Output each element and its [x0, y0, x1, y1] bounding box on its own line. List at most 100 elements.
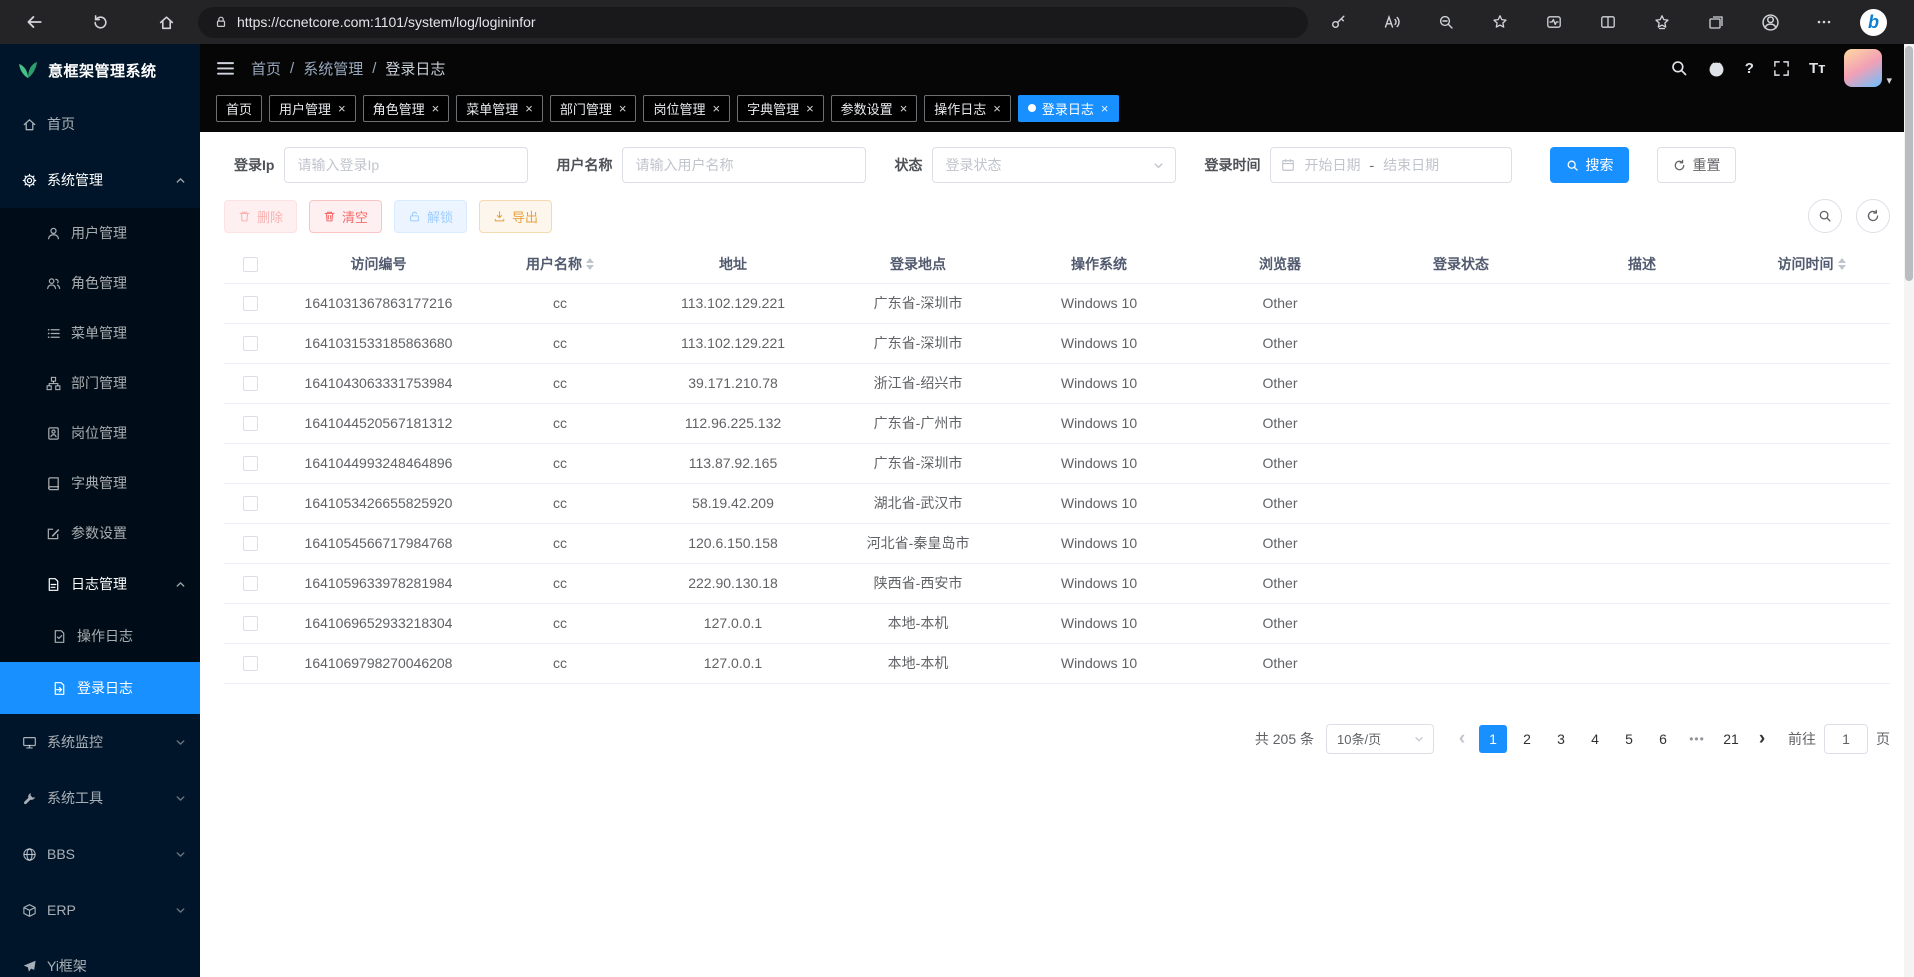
sidebar-item-bbs[interactable]: BBS [0, 826, 200, 882]
sidebar-item-dept-mgmt[interactable]: 部门管理 [0, 358, 200, 408]
row-checkbox[interactable] [243, 296, 258, 311]
sort-icon[interactable] [1838, 258, 1846, 270]
tab-dept-mgmt[interactable]: 部门管理× [550, 95, 637, 122]
sidebar-toggle-button[interactable] [216, 59, 235, 78]
tab-post-mgmt[interactable]: 岗位管理× [643, 95, 730, 122]
row-checkbox[interactable] [243, 456, 258, 471]
goto-page-input[interactable] [1824, 724, 1868, 754]
github-icon[interactable] [1707, 59, 1726, 78]
search-button[interactable]: 搜索 [1550, 147, 1629, 183]
export-button[interactable]: 导出 [479, 200, 552, 233]
row-checkbox[interactable] [243, 536, 258, 551]
sort-icon[interactable] [586, 258, 594, 270]
clear-button[interactable]: 清空 [309, 200, 382, 233]
more-pages-button[interactable]: ••• [1683, 725, 1711, 753]
sidebar-item-dict-mgmt[interactable]: 字典管理 [0, 458, 200, 508]
browser-refresh-button[interactable] [82, 5, 118, 39]
row-checkbox[interactable] [243, 656, 258, 671]
sidebar-item-system-mgmt[interactable]: 系统管理 [0, 152, 200, 208]
tab-home[interactable]: 首页 [216, 95, 262, 122]
sidebar-item-erp[interactable]: ERP [0, 882, 200, 938]
row-checkbox[interactable] [243, 336, 258, 351]
sidebar-item-log-mgmt[interactable]: 日志管理 [0, 558, 200, 610]
header-search-icon[interactable] [1670, 59, 1688, 77]
prev-page-button[interactable]: ‹ [1448, 725, 1476, 753]
close-icon[interactable]: × [900, 101, 908, 116]
close-icon[interactable]: × [993, 101, 1001, 116]
split-screen-icon[interactable] [1590, 5, 1626, 39]
close-icon[interactable]: × [338, 101, 346, 116]
status-select[interactable]: 登录状态 [932, 147, 1176, 183]
collections-icon[interactable] [1698, 5, 1734, 39]
page-button-5[interactable]: 5 [1615, 725, 1643, 753]
date-range-picker[interactable]: 开始日期 - 结束日期 [1270, 147, 1512, 183]
page-button-4[interactable]: 4 [1581, 725, 1609, 753]
select-all-checkbox[interactable] [243, 257, 258, 272]
tab-menu-mgmt[interactable]: 菜单管理× [456, 95, 543, 122]
page-button-2[interactable]: 2 [1513, 725, 1541, 753]
user-menu[interactable]: ▾ [1844, 49, 1892, 87]
close-icon[interactable]: × [525, 101, 533, 116]
page-button-6[interactable]: 6 [1649, 725, 1677, 753]
favorites-icon[interactable] [1644, 5, 1680, 39]
row-checkbox[interactable] [243, 616, 258, 631]
next-page-button[interactable]: › [1748, 725, 1776, 753]
breadcrumb-home[interactable]: 首页 [251, 58, 281, 79]
col-visit-time[interactable]: 访问时间 [1733, 245, 1890, 283]
sidebar-item-menu-mgmt[interactable]: 菜单管理 [0, 308, 200, 358]
page-button-3[interactable]: 3 [1547, 725, 1575, 753]
row-checkbox[interactable] [243, 576, 258, 591]
close-icon[interactable]: × [806, 101, 814, 116]
read-aloud-icon[interactable] [1374, 5, 1410, 39]
browser-profile-icon[interactable] [1752, 5, 1788, 39]
browser-address-bar[interactable]: https://ccnetcore.com:1101/system/log/lo… [198, 7, 1308, 38]
username-input[interactable] [622, 147, 866, 183]
browser-essentials-icon[interactable] [1536, 5, 1572, 39]
browser-menu-icon[interactable] [1806, 5, 1842, 39]
tab-user-mgmt[interactable]: 用户管理× [269, 95, 356, 122]
scrollbar-thumb[interactable] [1905, 46, 1913, 281]
refresh-table-button[interactable] [1856, 199, 1890, 233]
sidebar-item-sys-monitor[interactable]: 系统监控 [0, 714, 200, 770]
sidebar-item-login-log[interactable]: 登录日志 [0, 662, 200, 714]
sidebar-item-role-mgmt[interactable]: 角色管理 [0, 258, 200, 308]
page-button-last[interactable]: 21 [1717, 725, 1745, 753]
fullscreen-icon[interactable] [1773, 60, 1790, 77]
tab-oper-log[interactable]: 操作日志× [924, 95, 1011, 122]
close-icon[interactable]: × [1101, 101, 1109, 116]
reset-button[interactable]: 重置 [1657, 147, 1736, 183]
tab-role-mgmt[interactable]: 角色管理× [363, 95, 450, 122]
close-icon[interactable]: × [619, 101, 627, 116]
sidebar-item-home[interactable]: 首页 [0, 96, 200, 152]
app-logo[interactable]: 意框架管理系统 [0, 44, 200, 96]
sidebar-item-yi-framework[interactable]: Yi框架 [0, 938, 200, 977]
close-icon[interactable]: × [432, 101, 440, 116]
font-size-icon[interactable]: Tт [1809, 60, 1826, 77]
sidebar-item-post-mgmt[interactable]: 岗位管理 [0, 408, 200, 458]
browser-home-button[interactable] [148, 5, 184, 39]
tab-login-log[interactable]: 登录日志× [1018, 95, 1119, 122]
row-checkbox[interactable] [243, 496, 258, 511]
page-scrollbar[interactable] [1904, 44, 1914, 977]
login-ip-input[interactable] [284, 147, 528, 183]
sidebar-item-param-settings[interactable]: 参数设置 [0, 508, 200, 558]
password-key-icon[interactable] [1320, 5, 1356, 39]
col-user-name[interactable]: 用户名称 [481, 245, 639, 283]
sidebar-item-oper-log[interactable]: 操作日志 [0, 610, 200, 662]
breadcrumb-system-mgmt[interactable]: 系统管理 [303, 58, 363, 79]
row-checkbox[interactable] [243, 416, 258, 431]
user-avatar[interactable] [1844, 49, 1882, 87]
page-button-1[interactable]: 1 [1479, 725, 1507, 753]
unlock-button[interactable]: 解锁 [394, 200, 467, 233]
page-size-select[interactable]: 10条/页 [1326, 724, 1434, 754]
bing-chat-icon[interactable]: b [1860, 9, 1887, 36]
zoom-icon[interactable] [1428, 5, 1464, 39]
sidebar-item-user-mgmt[interactable]: 用户管理 [0, 208, 200, 258]
tab-param-settings[interactable]: 参数设置× [831, 95, 918, 122]
row-checkbox[interactable] [243, 376, 258, 391]
browser-back-button[interactable] [16, 5, 52, 39]
show-search-button[interactable] [1808, 199, 1842, 233]
close-icon[interactable]: × [712, 101, 720, 116]
add-favorite-icon[interactable] [1482, 5, 1518, 39]
delete-button[interactable]: 删除 [224, 200, 297, 233]
